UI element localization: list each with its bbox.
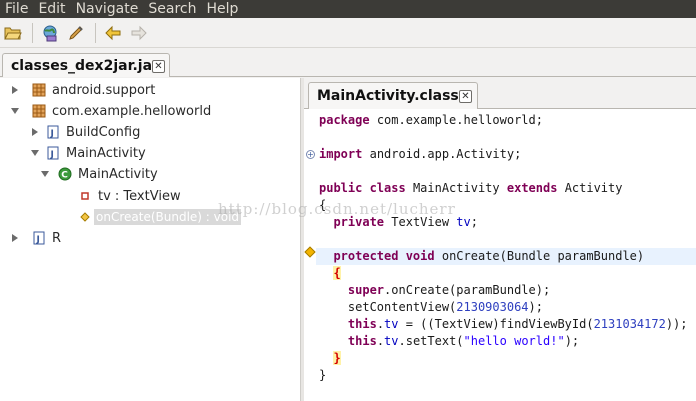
save-globe-icon[interactable] bbox=[39, 22, 61, 44]
menu-file[interactable]: File bbox=[0, 0, 33, 18]
matching-brace: { bbox=[333, 266, 341, 280]
code-line: setContentView(2130903064); bbox=[319, 300, 543, 314]
editor-tab-bar: MainActivity.class ✕ bbox=[304, 78, 696, 109]
code-line: import android.app.Activity; bbox=[319, 146, 694, 163]
open-folder-icon[interactable] bbox=[2, 22, 24, 44]
keyword: protected void bbox=[333, 249, 435, 263]
code-line: { bbox=[319, 198, 327, 212]
code-text: Activity bbox=[564, 181, 623, 195]
field-name: tv bbox=[384, 317, 399, 331]
package-icon bbox=[32, 104, 46, 118]
tab-mainactivity-class[interactable]: MainActivity.class ✕ bbox=[308, 82, 478, 109]
protected-method-icon bbox=[78, 210, 92, 224]
java-file-icon: J bbox=[46, 146, 60, 160]
expand-arrow-icon[interactable] bbox=[10, 233, 20, 243]
toolbar-separator bbox=[32, 22, 33, 43]
code-line: this.tv.setText("hello world!"); bbox=[347, 334, 580, 348]
menu-help[interactable]: Help bbox=[201, 0, 243, 18]
tree-item-label: MainActivity bbox=[66, 145, 146, 161]
menu-search[interactable]: Search bbox=[143, 0, 201, 18]
svg-text:J: J bbox=[50, 129, 54, 139]
fold-expand-icon[interactable]: + bbox=[306, 150, 315, 159]
menu-navigate[interactable]: Navigate bbox=[71, 0, 144, 18]
forward-arrow-icon[interactable] bbox=[128, 22, 150, 44]
tree-item-mainactivity-file[interactable]: J MainActivity bbox=[30, 143, 146, 163]
tree-item-label: com.example.helloworld bbox=[52, 103, 212, 119]
svg-text:C: C bbox=[61, 171, 68, 181]
tab-label: classes_dex2jar.jar bbox=[11, 57, 159, 74]
tree-item-label: android.support bbox=[52, 82, 156, 98]
code-line-current: protected void onCreate(Bundle paramBund… bbox=[316, 248, 696, 265]
keyword: package bbox=[319, 113, 370, 127]
keyword: super bbox=[347, 283, 385, 297]
code-line: } bbox=[319, 350, 694, 367]
keyword: public class bbox=[319, 181, 406, 195]
keyword: import bbox=[319, 147, 363, 161]
expand-arrow-icon[interactable] bbox=[10, 85, 20, 95]
outer-tab-bar: classes_dex2jar.jar ✕ bbox=[0, 49, 696, 77]
string-literal: "hello world!" bbox=[463, 334, 565, 348]
code-editor: MainActivity.class ✕ + package com.examp… bbox=[304, 78, 696, 401]
code-text: MainActivity bbox=[412, 181, 500, 195]
tree-item-label: R bbox=[52, 230, 62, 246]
code-line: } bbox=[319, 368, 327, 382]
back-arrow-icon[interactable] bbox=[102, 22, 124, 44]
tab-classes-dex2jar[interactable]: classes_dex2jar.jar ✕ bbox=[2, 53, 170, 77]
tree-item-buildconfig[interactable]: J BuildConfig bbox=[30, 122, 140, 142]
code-text: TextView bbox=[391, 215, 450, 229]
code-text: com.example.helloworld; bbox=[376, 113, 543, 127]
keyword: this bbox=[347, 334, 377, 348]
collapse-arrow-icon[interactable] bbox=[30, 148, 40, 158]
keyword: extends bbox=[506, 181, 558, 195]
class-icon: C bbox=[58, 167, 72, 181]
toolbar-separator bbox=[95, 22, 96, 43]
close-tab-icon[interactable]: ✕ bbox=[459, 90, 472, 103]
tab-label: MainActivity.class bbox=[317, 88, 459, 104]
field-name: tv bbox=[384, 334, 399, 348]
field-name: tv bbox=[456, 215, 471, 229]
tree-item-label: onCreate(Bundle) : void bbox=[94, 209, 242, 225]
tree-item-method-oncreate[interactable]: onCreate(Bundle) : void bbox=[78, 207, 242, 227]
collapse-arrow-icon[interactable] bbox=[10, 106, 20, 116]
code-line: super.onCreate(paramBundle); bbox=[347, 283, 551, 297]
menu-bar: File Edit Navigate Search Help bbox=[0, 0, 696, 18]
package-icon bbox=[32, 83, 46, 97]
tree-item-field-tv[interactable]: tv : TextView bbox=[78, 186, 181, 206]
edit-brush-icon[interactable] bbox=[65, 22, 87, 44]
code-line: public class MainActivity extends Activi… bbox=[319, 180, 694, 197]
tree-item-mainactivity-class[interactable]: C MainActivity bbox=[40, 164, 158, 184]
number-literal: 2130903064 bbox=[456, 300, 529, 314]
code-text: android.app.Activity; bbox=[369, 147, 522, 161]
java-file-icon: J bbox=[46, 125, 60, 139]
svg-text:J: J bbox=[36, 235, 40, 245]
package-tree: android.support com.example.helloworld J… bbox=[0, 78, 300, 401]
code-text: onCreate(Bundle paramBundle) bbox=[441, 249, 645, 263]
number-literal: 2131034172 bbox=[593, 317, 666, 331]
close-tab-icon[interactable]: ✕ bbox=[152, 60, 165, 73]
tree-item-label: tv : TextView bbox=[98, 188, 181, 204]
code-line: package com.example.helloworld; bbox=[319, 112, 694, 129]
code-line: { bbox=[319, 265, 694, 282]
tree-item-com-example-helloworld[interactable]: com.example.helloworld bbox=[10, 101, 211, 121]
matching-brace: } bbox=[333, 351, 341, 365]
private-field-icon bbox=[78, 189, 92, 203]
keyword: private bbox=[333, 215, 385, 229]
keyword: this bbox=[347, 317, 377, 331]
code-line: this.tv = ((TextView)findViewById(213103… bbox=[347, 317, 688, 331]
code-line: private TextView tv; bbox=[333, 215, 478, 229]
tree-item-r[interactable]: J R bbox=[10, 228, 61, 248]
code-area[interactable]: + package com.example.helloworld; import… bbox=[304, 110, 696, 401]
tree-item-android-support[interactable]: android.support bbox=[10, 80, 155, 100]
java-file-icon: J bbox=[32, 231, 46, 245]
tree-item-label: BuildConfig bbox=[66, 124, 141, 140]
collapse-arrow-icon[interactable] bbox=[40, 169, 50, 179]
toolbar bbox=[0, 18, 696, 48]
svg-text:J: J bbox=[50, 150, 54, 160]
expand-arrow-icon[interactable] bbox=[30, 127, 40, 137]
tree-item-label: MainActivity bbox=[78, 166, 158, 182]
menu-edit[interactable]: Edit bbox=[33, 0, 70, 18]
